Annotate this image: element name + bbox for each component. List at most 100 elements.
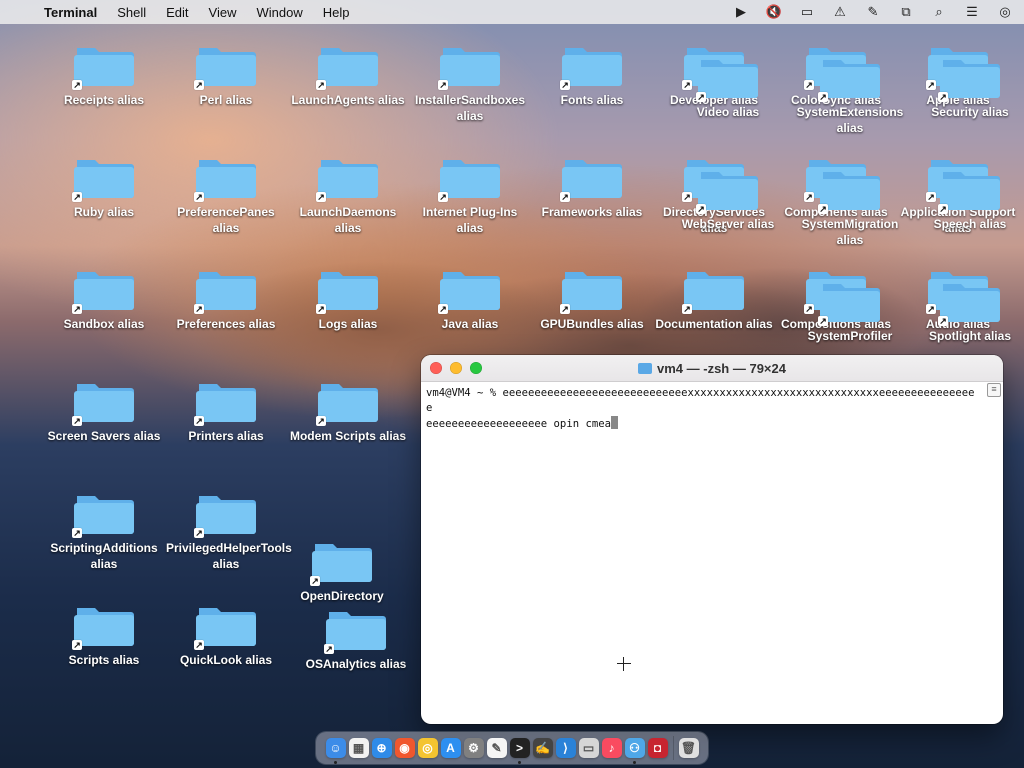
script-editor-icon[interactable]: ✍ [532, 738, 553, 758]
app-store-icon[interactable]: A [440, 738, 461, 758]
menu-edit[interactable]: Edit [156, 5, 198, 20]
desktop-folder-item[interactable]: ↗ GPUBundles alias [532, 264, 652, 332]
alias-arrow-icon: ↗ [438, 304, 448, 314]
desktop-folder-item[interactable]: ↗ InstallerSandboxes alias [410, 40, 530, 124]
folder-alias-icon: ↗ [316, 376, 378, 426]
desktop-folder-item[interactable]: ↗ Security alias [910, 52, 1024, 120]
menu-app-name[interactable]: Terminal [34, 5, 107, 20]
folder-alias-icon: ↗ [194, 600, 256, 650]
folder-alias-icon: ↗ [560, 264, 622, 314]
photo-booth-icon[interactable]: ◘ [647, 738, 668, 758]
folder-alias-icon: ↗ [818, 164, 880, 214]
menu-window[interactable]: Window [247, 5, 313, 20]
folder-alias-icon: ↗ [72, 152, 134, 202]
desktop-item-label: LaunchDaemons alias [299, 205, 397, 235]
terminal-titlebar[interactable]: vm4 — -zsh — 79×24 [421, 355, 1003, 382]
folder-alias-icon: ↗ [72, 600, 134, 650]
menu-shell[interactable]: Shell [107, 5, 156, 20]
desktop-folder-item[interactable]: ↗ Receipts alias [44, 40, 164, 108]
desktop-folder-item[interactable]: ↗ Perl alias [166, 40, 286, 108]
desktop-folder-item[interactable]: ↗ Logs alias [288, 264, 408, 332]
desktop-folder-item[interactable]: ↗ Fonts alias [532, 40, 652, 108]
dock-icon-glyph: ✍ [535, 741, 550, 755]
desktop-folder-item[interactable]: ↗ Spotlight alias [910, 276, 1024, 344]
scroll-indicator-icon[interactable]: ≡ [987, 383, 1001, 397]
network-icon[interactable]: ⚇ [624, 738, 645, 764]
desktop-item-label: ScriptingAdditions alias [50, 541, 158, 571]
trash-icon[interactable]: 🗑 [678, 738, 699, 758]
alias-arrow-icon: ↗ [194, 640, 204, 650]
wifi-off-icon[interactable]: ⚠ [831, 4, 849, 20]
dock-icon-glyph: > [515, 741, 523, 755]
alias-arrow-icon: ↗ [324, 644, 334, 654]
control-center-icon[interactable]: ☰ [963, 4, 981, 20]
desktop-folder-item[interactable]: ↗ Speech alias [910, 164, 1024, 232]
desktop-folder-item[interactable]: ↗ SystemProfiler [790, 276, 910, 344]
desktop-folder-item[interactable]: ↗ LaunchDaemons alias [288, 152, 408, 236]
desktop-folder-item[interactable]: ↗ OpenDirectory [282, 536, 402, 604]
desktop-folder-item[interactable]: ↗ SystemExtensions alias [790, 52, 910, 136]
menu-bar: Terminal Shell Edit View Window Help ▶ 🔇 ▭… [0, 0, 1024, 24]
desktop-folder-item[interactable]: ↗ LaunchAgents alias [288, 40, 408, 108]
terminal-window[interactable]: vm4 — -zsh — 79×24 vm4@VM4 ~ % eeeeeeeee… [421, 355, 1003, 724]
preview-icon[interactable]: ▭ [578, 738, 599, 758]
desktop-folder-item[interactable]: ↗ Ruby alias [44, 152, 164, 220]
alias-arrow-icon: ↗ [438, 80, 448, 90]
desktop-folder-item[interactable]: ↗ Video alias [668, 52, 788, 120]
alias-arrow-icon: ↗ [194, 192, 204, 202]
alias-arrow-icon: ↗ [696, 204, 706, 214]
alias-arrow-icon: ↗ [818, 204, 828, 214]
folder-alias-icon: ↗ [316, 264, 378, 314]
menu-view[interactable]: View [199, 5, 247, 20]
desktop-folder-item[interactable]: ↗ Sandbox alias [44, 264, 164, 332]
desktop-folder-item[interactable]: ↗ OSAnalytics alias [296, 604, 416, 672]
desktop-folder-item[interactable]: ↗ PreferencePanes alias [166, 152, 286, 236]
desktop-folder-item[interactable]: ↗ Scripts alias [44, 600, 164, 668]
desktop-item-label: SystemMigration alias [801, 217, 899, 247]
firefox-icon[interactable]: ◉ [394, 738, 415, 758]
desktop-folder-item[interactable]: ↗ Documentation alias [654, 264, 774, 332]
vscode-icon[interactable]: ⟩ [555, 738, 576, 758]
chrome-icon[interactable]: ◎ [417, 738, 438, 758]
search-icon[interactable]: ⌕ [930, 4, 948, 20]
system-preferences-icon[interactable]: ⚙ [463, 738, 484, 758]
desktop-folder-item[interactable]: ↗ QuickLook alias [166, 600, 286, 668]
desktop-item-label: InstallerSandboxes alias [414, 93, 526, 123]
terminal-icon[interactable]: > [509, 738, 530, 764]
safari-icon[interactable]: ⊕ [371, 738, 392, 758]
folder-alias-icon: ↗ [324, 604, 386, 654]
desktop-folder-item[interactable]: ↗ WebServer alias [668, 164, 788, 232]
desktop-item-label: Screen Savers alias [47, 429, 161, 443]
screen-mirroring-icon[interactable]: ⧉ [897, 4, 915, 20]
alias-arrow-icon: ↗ [316, 416, 326, 426]
desktop-folder-item[interactable]: ↗ Screen Savers alias [44, 376, 164, 444]
desktop-folder-item[interactable]: ↗ Preferences alias [166, 264, 286, 332]
window-title-text: vm4 — -zsh — 79×24 [657, 360, 786, 376]
dock-icon-glyph: ◉ [399, 741, 410, 755]
desktop-folder-item[interactable]: ↗ Modem Scripts alias [288, 376, 408, 444]
desktop-folder-item[interactable]: ↗ ScriptingAdditions alias [44, 488, 164, 572]
desktop-item-label: PrivilegedHelperTools alias [166, 541, 292, 571]
launchpad-icon[interactable]: ▦ [348, 738, 369, 758]
textedit-icon[interactable]: ✎ [486, 738, 507, 758]
finder-icon[interactable]: ☺ [325, 738, 346, 764]
desktop-folder-item[interactable]: ↗ Java alias [410, 264, 530, 332]
folder-alias-icon: ↗ [560, 152, 622, 202]
menu-help[interactable]: Help [313, 5, 360, 20]
desktop-item-label: Modem Scripts alias [289, 429, 407, 443]
terminal-output[interactable]: vm4@VM4 ~ % eeeeeeeeeeeeeeeeeeeeeeeeeeee… [421, 382, 1003, 432]
desktop-folder-item[interactable]: ↗ PrivilegedHelperTools alias [166, 488, 292, 572]
desktop-folder-item[interactable]: ↗ Frameworks alias [532, 152, 652, 220]
desktop-folder-item[interactable]: ↗ Internet Plug-Ins alias [410, 152, 530, 236]
music-icon[interactable]: ♪ [601, 738, 622, 758]
display-icon[interactable]: ▭ [798, 4, 816, 20]
alias-arrow-icon: ↗ [194, 80, 204, 90]
muted-speaker-icon[interactable]: 🔇 [765, 4, 783, 20]
folder-alias-icon: ↗ [682, 264, 744, 314]
play-icon[interactable]: ▶ [732, 4, 750, 20]
desktop-folder-item[interactable]: ↗ Printers alias [166, 376, 286, 444]
desktop-folder-item[interactable]: ↗ SystemMigration alias [790, 164, 910, 248]
siri-icon[interactable]: ◎ [996, 4, 1014, 20]
dock-icon-glyph: ⟩ [563, 741, 568, 755]
no-pen-icon[interactable]: ✎ [864, 4, 882, 20]
